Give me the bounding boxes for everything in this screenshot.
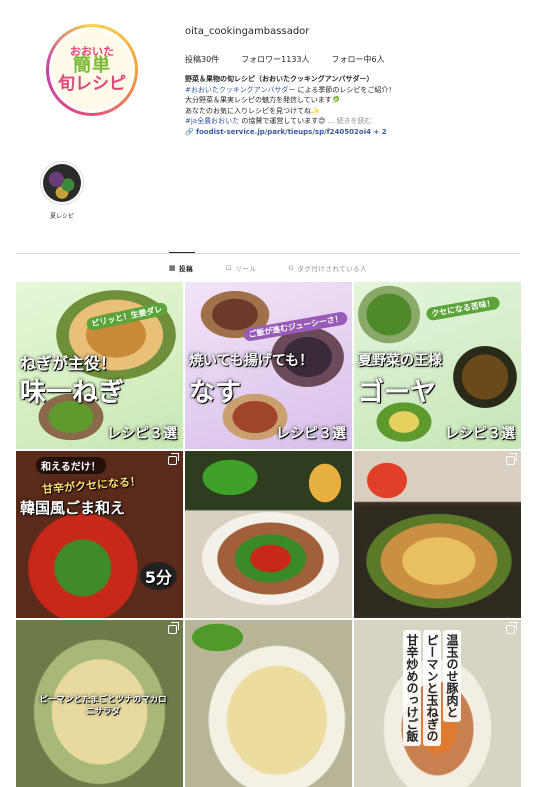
- post-caption: ピーマンとたまごとツナのマカロニサラダ: [39, 695, 167, 717]
- avatar-text-3: 旬レシピ: [58, 74, 126, 95]
- profile-bio: 野菜＆果物の旬レシピ（おおいたクッキングアンバサダー） #おおいたクッキングアン…: [185, 74, 515, 137]
- post-title: ねぎが主役！: [20, 354, 117, 373]
- food-image: [354, 282, 424, 347]
- food-image: [356, 453, 418, 508]
- post-pork-bowl[interactable]: 温玉のせ豚肉と ピーマンと玉ねぎの 甘辛炒めのっけご飯: [354, 620, 521, 787]
- post-big-title: なす: [189, 378, 242, 408]
- post-vertical-title-2: 温玉のせ豚肉と: [442, 630, 461, 722]
- followers-count[interactable]: フォロワー1133人: [241, 54, 309, 65]
- post-macaroni-salad-1[interactable]: ピーマンとたまごとツナのマカロニサラダ: [16, 620, 183, 787]
- profile-username: oita_cookingambassador: [185, 26, 310, 37]
- post-nasu[interactable]: ご飯が進むジューシーさ！ 焼いても揚げても！ なす レシピ３選: [185, 282, 352, 449]
- carousel-icon: [168, 622, 179, 634]
- bio-text: による季節のレシピをご紹介！: [297, 85, 396, 94]
- carousel-icon: [506, 622, 517, 634]
- food-image-3: [193, 506, 348, 611]
- grid-icon: ▦: [169, 264, 177, 272]
- avatar-logo: おおいた 簡単 旬レシピ: [52, 30, 132, 110]
- profile-avatar[interactable]: おおいた 簡単 旬レシピ: [46, 24, 138, 116]
- bio-hashtag-ja[interactable]: #ja全農おおいた: [185, 117, 239, 125]
- highlight-label: 夏レシピ: [49, 213, 74, 220]
- carousel-icon: [506, 453, 517, 465]
- post-sub: 和えるだけ！: [36, 457, 106, 474]
- tabs-divider: [16, 253, 520, 254]
- carousel-icon: [168, 453, 179, 465]
- tab-tagged[interactable]: ⊙ タグ付けされている人: [288, 263, 367, 273]
- bio-line-5: #ja全農おおいた の協賛で運営しています😊 ... 続きを読む: [185, 116, 515, 127]
- link-icon: 🔗: [185, 127, 194, 136]
- active-tab-indicator: [169, 252, 195, 253]
- tab-posts-label: 投稿: [179, 265, 194, 273]
- post-vertical-title-3: 甘辛炒めのっけご飯: [402, 630, 421, 746]
- tab-reels[interactable]: ⊡ リール: [226, 263, 256, 273]
- food-image: [185, 620, 250, 655]
- profile-stats: 投稿30件 フォロワー1133人 フォロー中6人: [185, 54, 385, 65]
- food-image-2: [449, 342, 521, 412]
- following-count[interactable]: フォロー中6人: [332, 54, 385, 65]
- bio-hashtag[interactable]: #おおいたクッキングアンバサダー: [185, 86, 295, 94]
- bio-line-3: 大分野菜＆果実レシピの魅力を発信しています🥬: [185, 96, 341, 104]
- post-title: 夏野菜の王様: [358, 353, 442, 369]
- tagged-icon: ⊙: [288, 264, 295, 272]
- post-recipe: レシピ３選: [276, 426, 346, 442]
- story-highlight[interactable]: 夏レシピ: [40, 161, 84, 220]
- highlight-image: [43, 164, 81, 202]
- post-big-title: ゴーヤ: [358, 378, 437, 408]
- post-negi[interactable]: ピリッと！生姜ダレ ねぎが主役！ 味一ねぎ レシピ３選: [16, 282, 183, 449]
- post-korean-aemono[interactable]: 和えるだけ！ 甘辛がクセになる！ 韓国風ごま和え 5分: [16, 451, 183, 618]
- post-time-badge: 5分: [139, 562, 177, 590]
- posts-grid: ピリッと！生姜ダレ ねぎが主役！ 味一ねぎ レシピ３選 ご飯が進むジューシーさ！…: [16, 282, 521, 787]
- bio-text-2: の協賛で運営しています😊: [241, 117, 326, 125]
- post-macaroni-salad-2[interactable]: [185, 620, 352, 787]
- post-goya[interactable]: クセになる苦味！ 夏野菜の王様 ゴーヤ レシピ３選: [354, 282, 521, 449]
- posts-count: 投稿30件: [185, 55, 220, 64]
- bio-name: 野菜＆果物の旬レシピ（おおいたクッキングアンバサダー）: [185, 75, 374, 83]
- highlight-ring: [40, 161, 84, 205]
- food-image-2: [300, 453, 350, 513]
- food-image-2: [354, 506, 521, 616]
- post-gratin[interactable]: [354, 451, 521, 618]
- read-more-link[interactable]: ... 続きを読む: [328, 117, 372, 125]
- avatar-ring: おおいた 簡単 旬レシピ: [49, 27, 135, 113]
- tab-tagged-label: タグ付けされている人: [297, 265, 368, 273]
- post-big-title: 味一ねぎ: [20, 378, 125, 408]
- post-recipe: レシピ３選: [107, 426, 177, 442]
- food-image: [195, 455, 265, 500]
- bio-line-2: #おおいたクッキングアンバサダー による季節のレシピをご紹介！: [185, 85, 515, 96]
- bio-link[interactable]: foodist-service.jp/park/tieups/sp/f24050…: [196, 128, 387, 136]
- tab-posts[interactable]: ▦ 投稿: [169, 263, 193, 273]
- tab-reels-label: リール: [235, 265, 257, 273]
- bio-link-row[interactable]: 🔗 foodist-service.jp/park/tieups/sp/f240…: [185, 127, 515, 138]
- post-pepper-stirfry[interactable]: [185, 451, 352, 618]
- post-sub: クセになる苦味！: [425, 295, 501, 322]
- post-recipe: レシピ３選: [445, 426, 515, 442]
- bio-line-4: あなたのお気に入りレシピを見つけてね✨: [185, 106, 320, 115]
- reels-icon: ⊡: [226, 264, 233, 272]
- post-big-title: 韓国風ごま和え: [20, 499, 126, 517]
- post-vertical-title-1: ピーマンと玉ねぎの: [422, 630, 441, 746]
- post-title: 甘辛がクセになる！: [41, 474, 142, 497]
- post-title: 焼いても揚げても！: [189, 353, 314, 369]
